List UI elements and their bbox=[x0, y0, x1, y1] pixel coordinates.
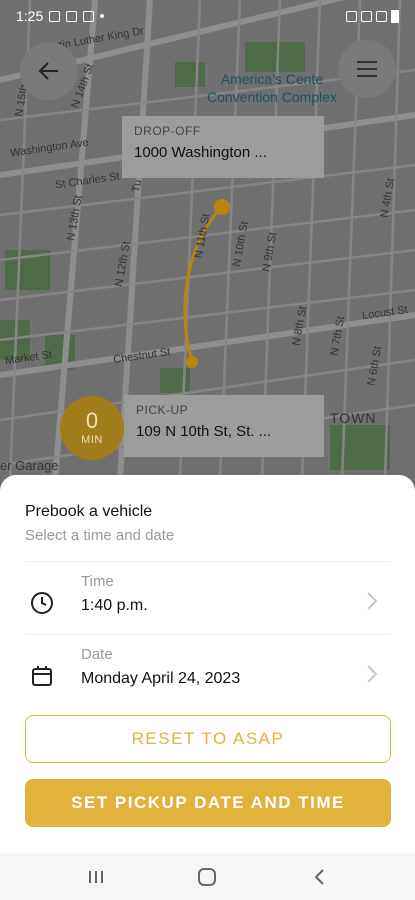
status-bar: 1:25 bbox=[0, 0, 415, 32]
dropoff-card[interactable]: DROP-OFF 1000 Washington ... bbox=[122, 116, 324, 178]
eta-value: 0 bbox=[85, 408, 99, 433]
time-row[interactable]: Time 1:40 p.m. bbox=[25, 569, 390, 633]
back-button[interactable] bbox=[20, 42, 78, 100]
place-line-2: Convention Complex bbox=[207, 89, 337, 105]
hamburger-icon bbox=[357, 61, 377, 77]
battery-icon bbox=[391, 9, 399, 23]
recents-button[interactable] bbox=[76, 857, 116, 897]
sheet-title: Prebook a vehicle bbox=[25, 503, 153, 520]
date-row[interactable]: Date Monday April 24, 2023 bbox=[25, 642, 390, 706]
divider bbox=[25, 634, 390, 635]
mail-icon bbox=[83, 10, 95, 22]
set-pickup-button[interactable]: SET PICKUP DATE AND TIME bbox=[25, 779, 391, 827]
calendar-icon bbox=[32, 666, 52, 686]
pickup-caption: PICK-UP bbox=[136, 403, 189, 417]
poi-label: er Garage bbox=[0, 458, 59, 473]
home-icon bbox=[198, 867, 217, 886]
home-button[interactable] bbox=[187, 857, 227, 897]
date-value: Monday April 24, 2023 bbox=[81, 670, 241, 687]
clock-icon bbox=[31, 592, 53, 614]
system-nav-bar bbox=[0, 853, 415, 900]
back-chevron-icon bbox=[314, 868, 324, 885]
arrow-left-icon bbox=[38, 62, 58, 80]
status-time: 1:25 bbox=[16, 8, 44, 24]
dropoff-caption: DROP-OFF bbox=[134, 124, 201, 138]
play-icon bbox=[66, 10, 78, 22]
mute-icon bbox=[346, 10, 357, 22]
dot-icon bbox=[100, 14, 105, 18]
recents-icon bbox=[88, 870, 103, 883]
reset-to-asap-button[interactable]: RESET TO ASAP bbox=[25, 715, 391, 763]
area-label: TOWN bbox=[330, 410, 377, 426]
back-nav-button[interactable] bbox=[299, 857, 339, 897]
divider bbox=[25, 561, 390, 562]
chevron-right-icon bbox=[367, 665, 378, 683]
signal-icon bbox=[376, 10, 387, 22]
time-value: 1:40 p.m. bbox=[81, 597, 148, 614]
place-line-1: America's Cente bbox=[220, 71, 324, 87]
map-place-label: America's Cente Convention Complex bbox=[207, 70, 337, 106]
menu-button[interactable] bbox=[338, 40, 396, 98]
date-caption: Date bbox=[81, 646, 113, 663]
prebook-sheet: Prebook a vehicle Select a time and date… bbox=[0, 475, 415, 853]
wifi-icon bbox=[361, 10, 372, 22]
eta-unit: MIN bbox=[81, 434, 103, 446]
street-label: Tu bbox=[130, 178, 145, 194]
dropoff-address: 1000 Washington ... bbox=[134, 144, 267, 161]
pickup-address: 109 N 10th St, St. ... bbox=[136, 423, 272, 440]
eta-badge: 0 MIN bbox=[60, 396, 124, 460]
gallery-icon bbox=[49, 10, 61, 22]
chevron-right-icon bbox=[367, 592, 378, 610]
pickup-card[interactable]: PICK-UP 109 N 10th St, St. ... bbox=[124, 395, 324, 457]
sheet-subtitle: Select a time and date bbox=[25, 527, 175, 544]
time-caption: Time bbox=[81, 573, 114, 590]
